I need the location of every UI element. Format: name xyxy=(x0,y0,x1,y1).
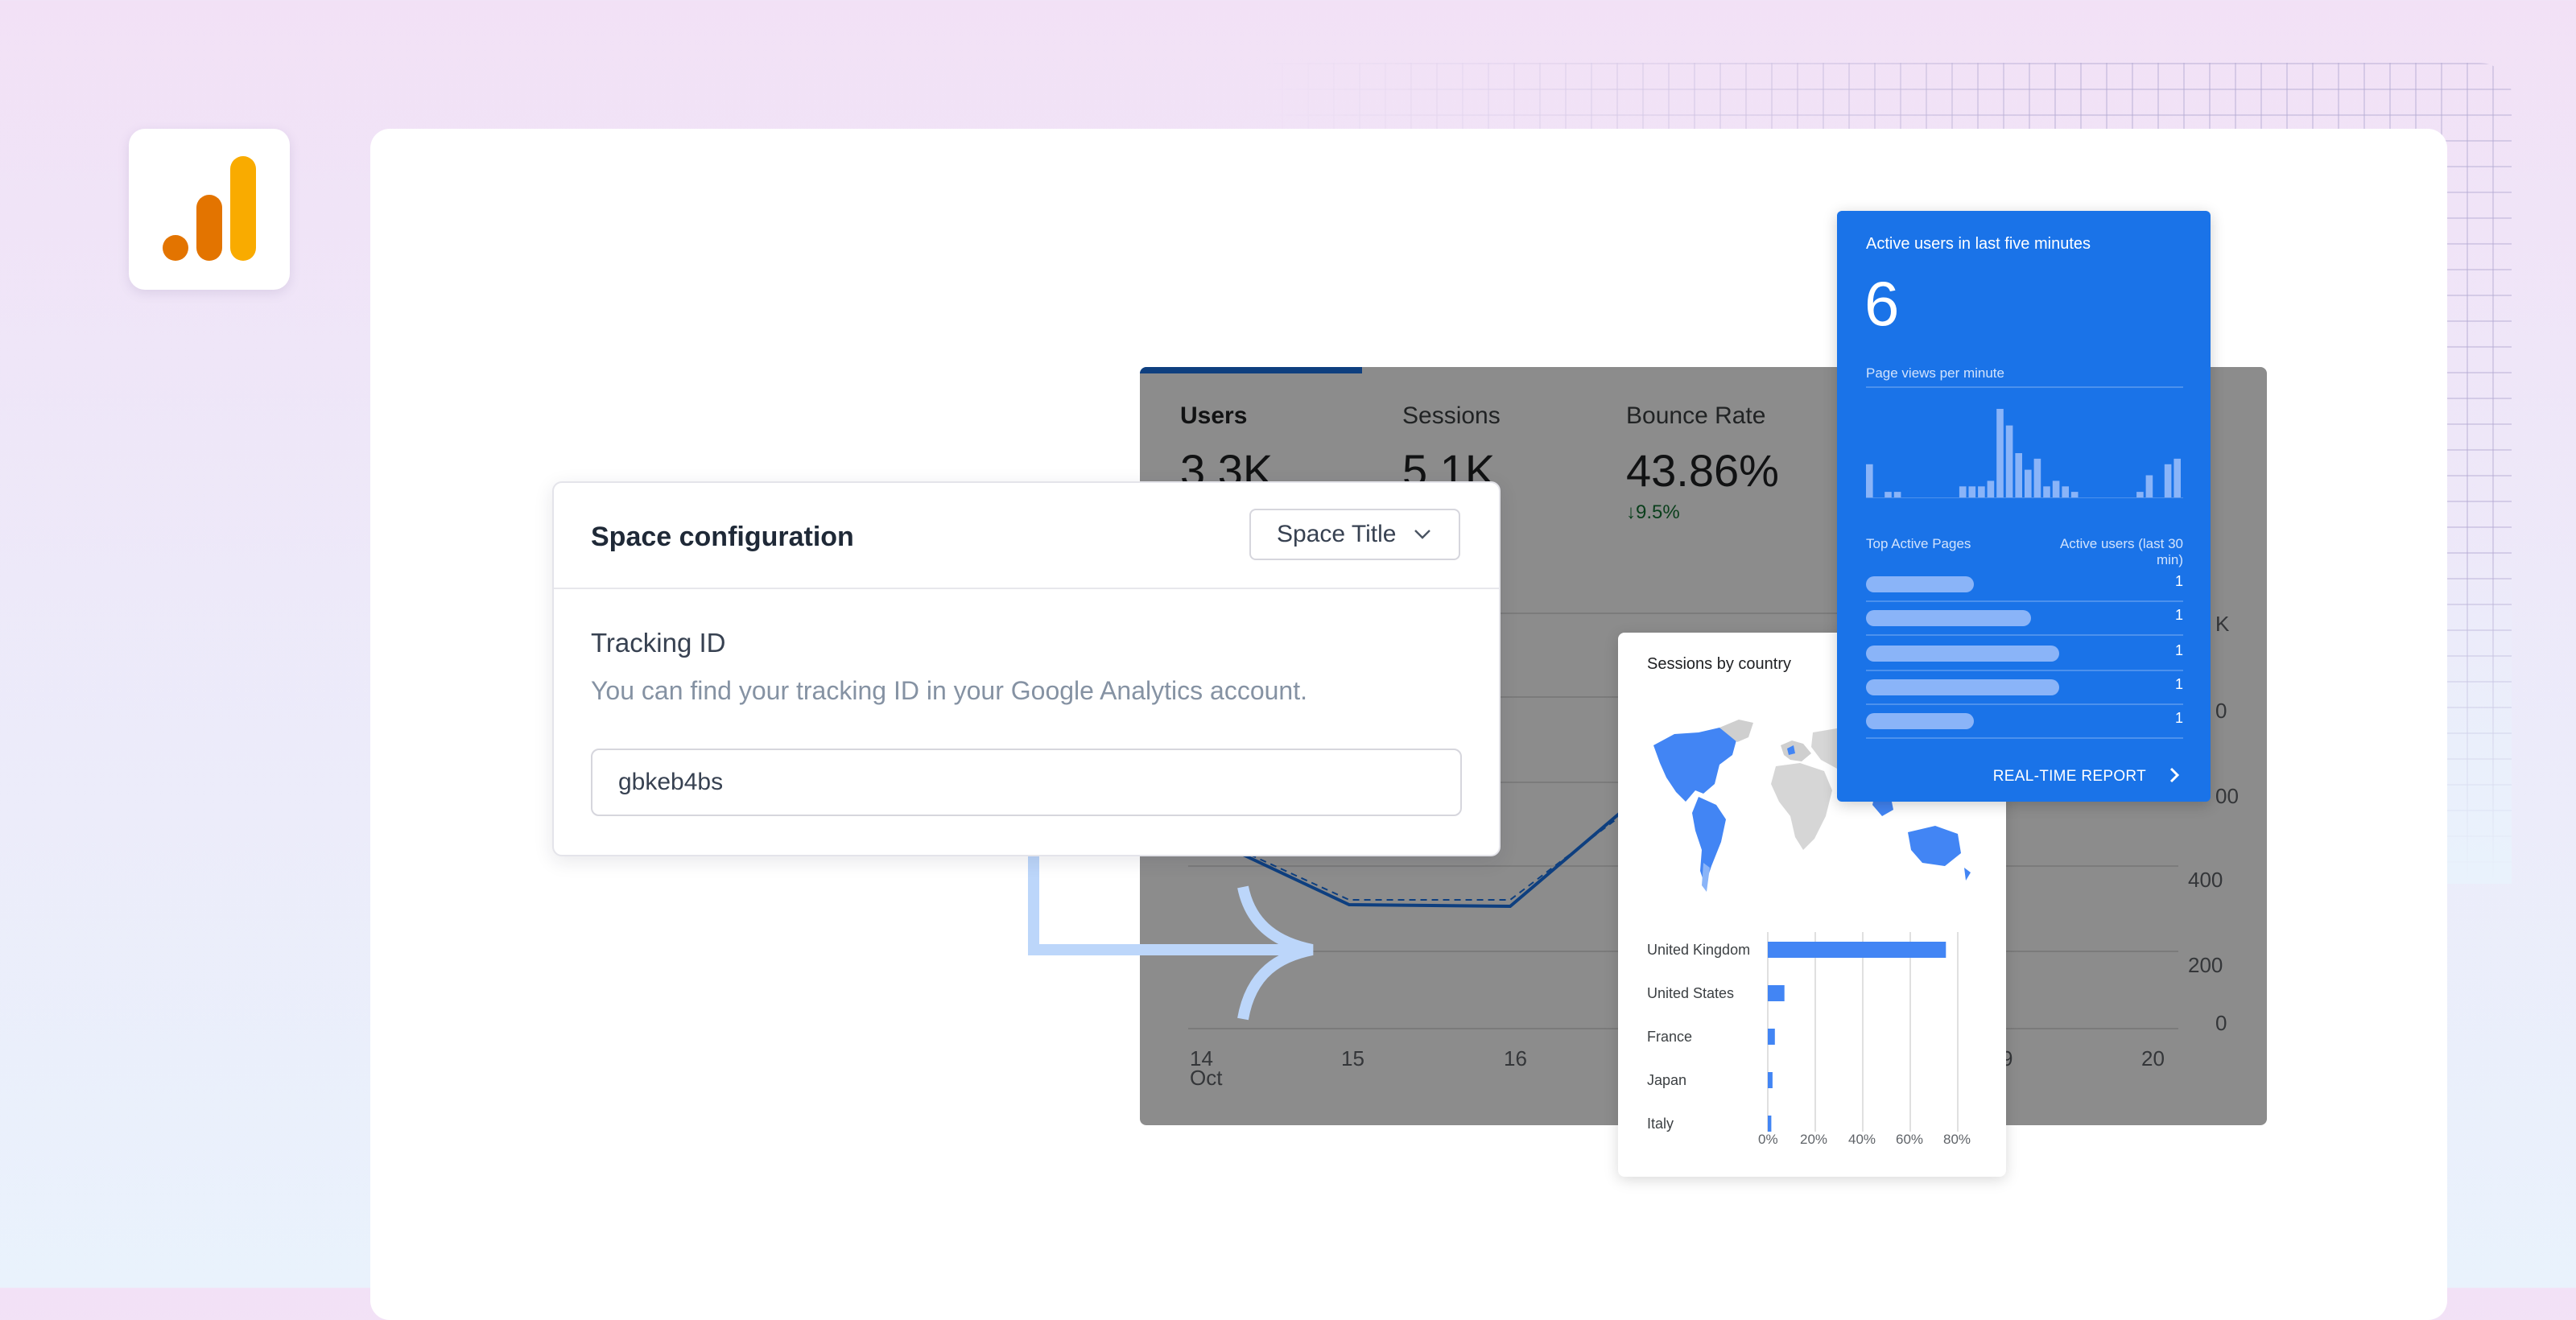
page-bar[interactable] xyxy=(1866,679,2059,695)
tracking-id-input[interactable] xyxy=(591,749,1462,816)
active-users-count: 6 xyxy=(1864,268,1900,339)
histogram-bar xyxy=(2174,458,2181,497)
connector-arrow xyxy=(1028,853,1314,1021)
x-axis-tick: 20% xyxy=(1800,1132,1828,1147)
histogram-bar xyxy=(1968,486,1976,497)
tracking-id-label: Tracking ID xyxy=(591,628,726,658)
histogram-bar xyxy=(1959,486,1967,497)
page-bar[interactable] xyxy=(1866,576,1974,592)
histogram-bar xyxy=(2005,425,2013,497)
histogram-bar xyxy=(1996,409,2004,497)
divider xyxy=(1866,386,2183,388)
histogram-bar xyxy=(1978,486,1985,497)
histogram-bar xyxy=(2164,464,2172,497)
histogram-bar xyxy=(2033,458,2041,497)
histogram-bar xyxy=(2052,481,2060,497)
chevron-down-icon xyxy=(1414,530,1431,539)
realtime-report-link[interactable]: REAL-TIME REPORT xyxy=(1993,768,2146,786)
x-axis-tick: 0% xyxy=(1758,1132,1778,1147)
histogram-bar xyxy=(2145,475,2153,497)
row-divider xyxy=(1866,670,2183,671)
row-divider xyxy=(1866,737,2183,739)
histogram-bar xyxy=(2062,486,2069,497)
histogram-bar xyxy=(2136,492,2144,497)
histogram-bar xyxy=(2025,469,2032,497)
x-axis-tick: 60% xyxy=(1896,1132,1924,1147)
page-active-users-value: 1 xyxy=(2174,710,2183,726)
page-active-users-value: 1 xyxy=(2174,676,2183,692)
x-axis-tick: 80% xyxy=(1943,1132,1971,1147)
histogram-bar xyxy=(2015,453,2022,497)
country-bar xyxy=(1768,1116,1772,1132)
page-bar[interactable] xyxy=(1866,713,1974,729)
page-active-users-value: 1 xyxy=(2174,573,2183,589)
space-configuration-card: Space configuration Space Title Tracking… xyxy=(552,481,1501,856)
country-bar xyxy=(1768,1072,1773,1088)
histogram-bar xyxy=(1885,492,1892,497)
pageviews-histogram xyxy=(1866,409,2181,497)
column-header-active-users: Active users (last 30 min) xyxy=(2059,536,2183,567)
google-analytics-logo xyxy=(129,129,290,290)
realtime-card: Active users in last five minutes 6 Page… xyxy=(1837,211,2211,802)
histogram-bar xyxy=(1987,481,1995,497)
chevron-right-icon[interactable] xyxy=(2162,763,2186,787)
page-active-users-value: 1 xyxy=(2174,642,2183,658)
histogram-bar xyxy=(2070,492,2079,497)
x-axis-tick: 40% xyxy=(1848,1132,1876,1147)
page-bar[interactable] xyxy=(1866,646,2059,662)
histogram-baseline xyxy=(1866,497,2183,498)
card-title: Space configuration xyxy=(591,522,854,552)
country-bar xyxy=(1768,985,1785,1001)
histogram-bar xyxy=(2043,486,2050,497)
row-divider xyxy=(1866,600,2183,602)
divider xyxy=(554,588,1499,589)
tracking-id-hint: You can find your tracking ID in your Go… xyxy=(591,676,1307,705)
page-bar[interactable] xyxy=(1866,610,2031,626)
page-active-users-value: 1 xyxy=(2174,607,2183,623)
country-bar xyxy=(1768,942,1946,958)
realtime-subtitle: Page views per minute xyxy=(1866,365,2004,381)
analytics-logo-icon xyxy=(163,156,256,261)
select-value: Space Title xyxy=(1277,521,1397,547)
column-header-pages: Top Active Pages xyxy=(1866,536,1971,551)
realtime-title: Active users in last five minutes xyxy=(1866,235,2091,253)
country-bar xyxy=(1768,1029,1775,1045)
row-divider xyxy=(1866,703,2183,705)
histogram-bar xyxy=(1866,464,1873,497)
row-divider xyxy=(1866,634,2183,636)
space-title-select[interactable]: Space Title xyxy=(1249,509,1460,560)
histogram-bar xyxy=(1893,492,1901,497)
